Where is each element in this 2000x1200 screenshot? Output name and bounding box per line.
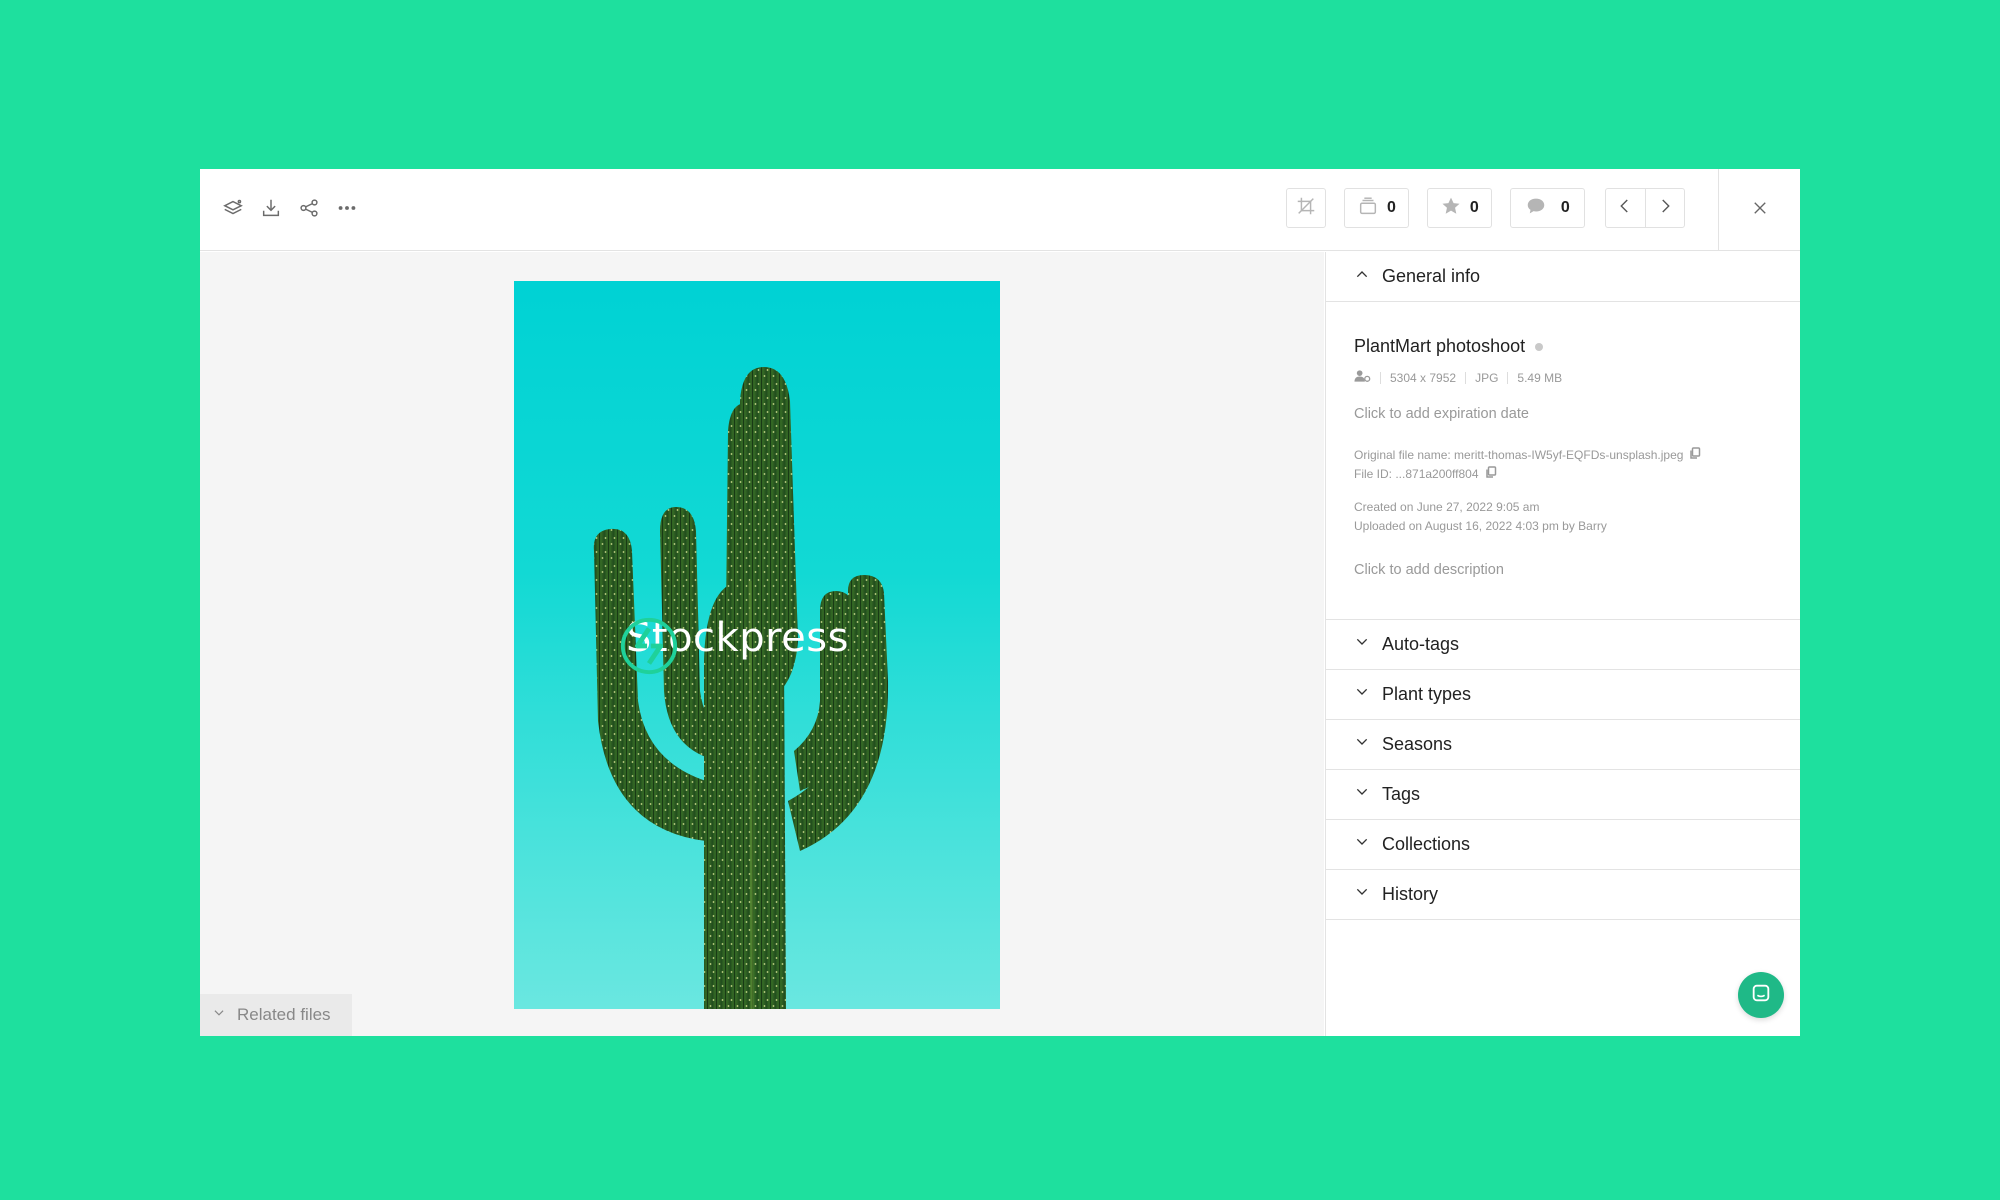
image-viewer: Stockpress Related files [200,252,1324,1036]
file-id-row: File ID: ...871a200ff804 [1354,465,1772,484]
comment-button[interactable]: 0 [1509,188,1585,228]
section-label: Plant types [1382,684,1472,704]
star-icon [1440,195,1462,222]
section-tags[interactable]: Tags [1326,770,1800,820]
section-label: History [1382,884,1439,904]
section-label: Collections [1382,834,1471,854]
previous-button[interactable] [1606,189,1645,227]
stack-button[interactable]: 0 [1344,188,1409,228]
chevron-right-icon [1656,197,1674,220]
status-dot [1535,342,1544,351]
crop-button[interactable] [1286,188,1326,228]
asset-format: JPG [1475,370,1499,385]
stockpress-watermark: Stockpress [618,615,849,675]
section-auto-tags[interactable]: Auto-tags [1326,620,1800,670]
favorite-button[interactable]: 0 [1426,188,1492,228]
asset-title[interactable]: PlantMart photoshoot [1354,336,1525,357]
divider [1465,371,1467,384]
divider [1380,371,1381,384]
asset-viewer-window: 0 0 0 Stockpress Related files General i… [200,169,1800,1036]
original-file-name: Original file name: meritt-thomas-IW5yf-… [1354,448,1684,462]
original-file-name-row: Original file name: meritt-thomas-IW5yf-… [1354,446,1772,465]
close-icon [1751,199,1769,222]
file-id: File ID: ...871a200ff804 [1354,467,1479,481]
related-files-label: Related files [237,1005,331,1024]
chevron-down-icon [1354,734,1382,755]
general-info-body: PlantMart photoshoot 5304 x 7952 JPG 5.4… [1326,302,1800,620]
section-label: Tags [1382,784,1421,804]
chevron-down-icon [1354,784,1382,805]
section-label: Auto-tags [1382,634,1460,654]
comment-icon [1525,195,1547,222]
asset-dimensions: 5304 x 7952 [1390,370,1457,385]
favorite-count: 0 [1469,199,1479,216]
copy-icon[interactable] [1479,465,1497,484]
toolbar: 0 0 0 [200,169,1800,251]
related-files-toggle[interactable]: Related files [200,994,352,1036]
chat-icon [1750,982,1772,1009]
next-button[interactable] [1644,189,1684,227]
section-label: Seasons [1382,734,1453,754]
toolbar-left-actions [218,193,362,223]
divider [1507,371,1509,384]
file-details: Original file name: meritt-thomas-IW5yf-… [1354,446,1772,484]
chevron-down-icon [1354,884,1382,905]
created-date: Created on June 27, 2022 9:05 am [1354,500,1540,514]
asset-title-row: PlantMart photoshoot [1354,336,1772,357]
crop-icon [1295,195,1317,222]
more-icon[interactable] [332,193,362,223]
general-info-header[interactable]: General info [1326,252,1800,302]
layers-icon[interactable] [218,193,248,223]
date-details: Created on June 27, 2022 9:05 am Uploade… [1354,498,1772,536]
section-plant-types[interactable]: Plant types [1326,670,1800,720]
general-info-label: General info [1382,266,1481,286]
copy-icon[interactable] [1683,446,1701,465]
section-collections[interactable]: Collections [1326,820,1800,870]
pager [1604,188,1685,228]
description-field[interactable]: Click to add description [1354,562,1772,578]
section-seasons[interactable]: Seasons [1326,720,1800,770]
comment-count: 0 [1560,199,1570,216]
chevron-down-icon [1354,634,1382,655]
close-button[interactable] [1718,169,1800,251]
asset-size: 5.49 MB [1517,370,1563,385]
download-icon[interactable] [256,193,286,223]
info-panel: General info PlantMart photoshoot 5304 x… [1325,252,1800,1036]
section-history[interactable]: History [1326,870,1800,920]
asset-preview-image[interactable]: Stockpress [514,281,1000,1009]
user-settings-icon[interactable] [1354,369,1371,386]
chevron-left-icon [1616,197,1634,220]
stack-icon [1357,195,1379,222]
chat-support-button[interactable] [1738,972,1784,1018]
asset-meta: 5304 x 7952 JPG 5.49 MB [1354,369,1772,386]
chevron-down-icon [1354,684,1382,705]
chevron-down-icon [1354,834,1382,855]
stack-count: 0 [1387,199,1396,216]
chevron-down-icon [212,1005,237,1025]
chevron-up-icon [1354,266,1382,287]
toolbar-right-actions: 0 0 0 [1286,188,1685,228]
expiration-date-field[interactable]: Click to add expiration date [1354,406,1772,422]
uploaded-date: Uploaded on August 16, 2022 4:03 pm by B… [1354,519,1607,533]
share-icon[interactable] [294,193,324,223]
